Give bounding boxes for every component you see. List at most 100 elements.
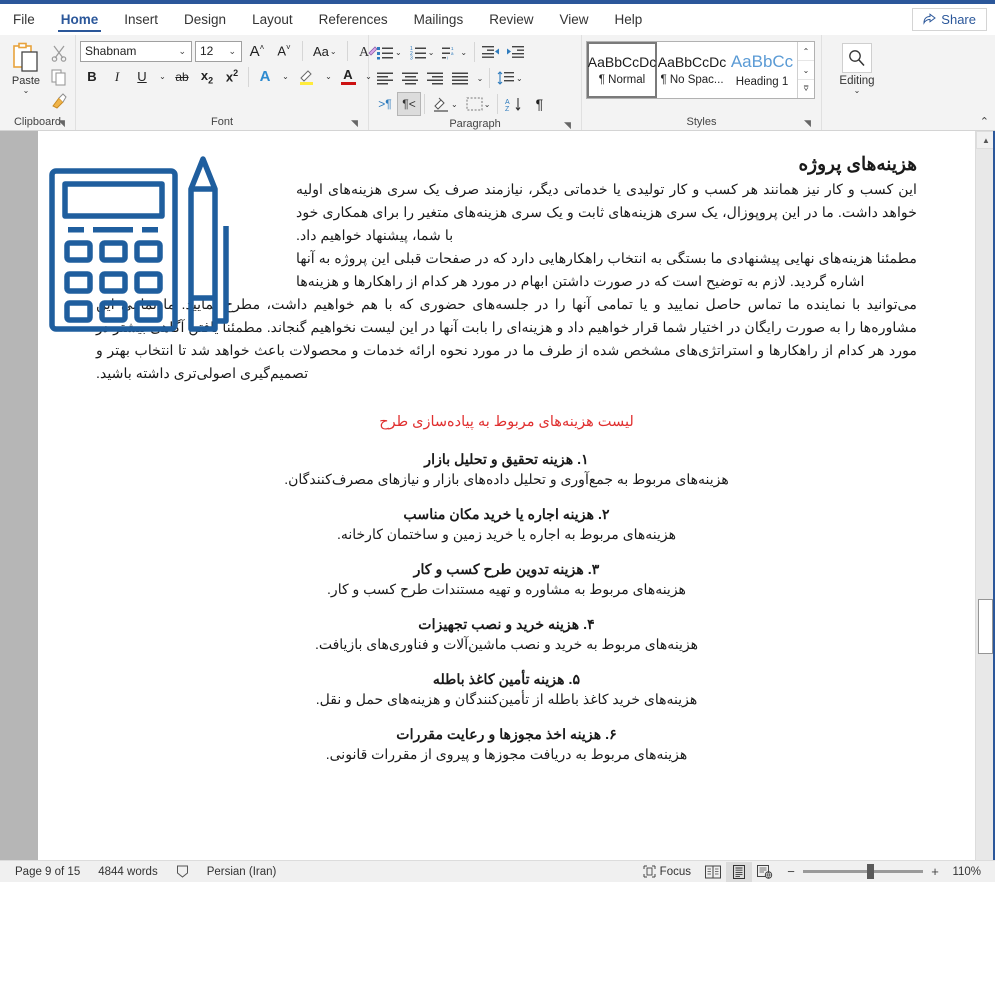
print-layout-button[interactable] <box>726 861 752 882</box>
tab-label: Design <box>184 11 227 27</box>
styles-more-button[interactable]: ⩢ <box>798 80 814 98</box>
ribbon: Paste ⌄ Clipboard ◥ Shabnam ⌄ 12 ⌄ A˄ A˅… <box>0 35 995 131</box>
underline-dropdown[interactable]: ⌄ <box>155 65 169 89</box>
paste-button[interactable]: Paste ⌄ <box>4 40 48 112</box>
zoom-out-button[interactable]: − <box>786 864 796 879</box>
tab-design[interactable]: Design <box>171 4 239 34</box>
font-size-combo[interactable]: 12 ⌄ <box>195 40 242 62</box>
left-to-right-button[interactable]: >¶ <box>373 92 397 116</box>
show-paragraph-marks-button[interactable]: ¶ <box>527 92 551 116</box>
status-page-number[interactable]: Page 9 of 15 <box>6 866 89 878</box>
document-page[interactable]: هزینه‌های پروژه این کسب و کار نیز همانند… <box>38 131 975 860</box>
align-center-icon <box>402 72 419 85</box>
tab-review[interactable]: Review <box>476 4 546 34</box>
strikethrough-button[interactable]: ab <box>170 65 194 89</box>
grow-font-button[interactable]: A˄ <box>245 39 269 63</box>
web-layout-button[interactable] <box>752 862 778 882</box>
tab-file[interactable]: File <box>0 4 48 34</box>
text-effects-button[interactable]: A <box>253 65 277 89</box>
tab-help[interactable]: Help <box>602 4 656 34</box>
tab-home[interactable]: Home <box>48 4 112 34</box>
ribbon-tab-bar: File Home Insert Design Layout Reference… <box>0 4 995 35</box>
clipboard-dialog-launcher[interactable]: ◥ <box>56 118 67 129</box>
zoom-slider[interactable] <box>803 864 923 879</box>
font-dialog-launcher[interactable]: ◥ <box>349 118 360 129</box>
paragraph-dialog-launcher[interactable]: ◥ <box>562 120 573 131</box>
chevron-down-icon: ⌄ <box>427 47 435 57</box>
styles-dialog-launcher[interactable]: ◥ <box>802 118 813 129</box>
focus-mode-button[interactable]: Focus <box>634 865 700 878</box>
tab-view[interactable]: View <box>546 4 601 34</box>
tab-label: View <box>559 11 589 27</box>
tab-mailings[interactable]: Mailings <box>401 4 477 34</box>
chevron-down-icon[interactable]: ⌄ <box>23 87 30 95</box>
scissors-icon[interactable] <box>50 44 70 64</box>
tab-insert[interactable]: Insert <box>111 4 171 34</box>
svg-text:i: i <box>447 55 448 60</box>
change-case-icon: Aa <box>313 43 329 59</box>
highlight-dropdown[interactable]: ⌄ <box>321 65 335 89</box>
bullets-button[interactable]: ⌄ <box>373 40 406 64</box>
subscript-button[interactable]: x2 <box>195 65 219 89</box>
sort-button[interactable]: AZ <box>501 92 527 116</box>
zoom-level-label[interactable]: 110% <box>947 866 981 878</box>
editing-button[interactable]: Editing ⌄ <box>826 38 888 95</box>
divider <box>248 66 249 87</box>
document-vertical-scrollbar[interactable]: ▲ <box>975 131 995 860</box>
share-button[interactable]: Share <box>912 7 987 31</box>
shading-button[interactable]: ⌄ <box>428 92 462 116</box>
right-to-left-icon: ¶< <box>402 97 416 111</box>
font-name-combo[interactable]: Shabnam ⌄ <box>80 40 192 62</box>
align-center-button[interactable] <box>398 66 423 90</box>
styles-scroll-down-button[interactable]: ⌄ <box>798 61 814 80</box>
increase-indent-button[interactable] <box>503 40 528 64</box>
decrease-indent-button[interactable] <box>478 40 503 64</box>
text-effects-dropdown[interactable]: ⌄ <box>278 65 292 89</box>
status-language[interactable]: Persian (Iran) <box>198 866 286 878</box>
scrollbar-thumb[interactable] <box>978 599 993 654</box>
tab-layout[interactable]: Layout <box>239 4 306 34</box>
chevron-down-icon: ⌄ <box>483 99 491 109</box>
strikethrough-icon: ab <box>175 69 189 84</box>
chevron-down-icon: ⌄ <box>516 73 523 83</box>
tab-label: Insert <box>124 11 159 27</box>
superscript-button[interactable]: x2 <box>220 65 244 89</box>
divider <box>424 94 425 114</box>
borders-button[interactable]: ⌄ <box>462 92 495 116</box>
italic-button[interactable]: I <box>105 65 129 89</box>
status-word-count[interactable]: 4844 words <box>89 866 166 878</box>
style-no-spacing[interactable]: AaBbCcDc ¶ No Spac... <box>657 42 727 98</box>
read-mode-button[interactable] <box>700 862 726 882</box>
style-normal[interactable]: AaBbCcDc ¶ Normal <box>587 42 657 98</box>
superscript-icon: x2 <box>225 68 239 85</box>
change-case-button[interactable]: Aa ⌄ <box>309 39 341 63</box>
zoom-in-button[interactable]: + <box>930 864 940 879</box>
chevron-down-icon: ⌄ <box>282 72 289 81</box>
shrink-font-button[interactable]: A˅ <box>272 39 296 63</box>
ribbon-group-clipboard: Paste ⌄ Clipboard ◥ <box>0 35 76 130</box>
highlight-button[interactable] <box>293 65 320 89</box>
chevron-down-icon: ⌄ <box>159 72 166 81</box>
underline-button[interactable]: U <box>130 65 154 89</box>
style-heading-1[interactable]: AaBbCc Heading 1 <box>727 42 797 98</box>
align-left-button[interactable] <box>373 66 398 90</box>
right-to-left-button[interactable]: ¶< <box>397 92 421 116</box>
ribbon-collapse-button[interactable]: ⌃ <box>980 115 989 128</box>
format-painter-icon[interactable] <box>50 92 70 112</box>
justify-dropdown[interactable]: ⌄ <box>473 66 486 90</box>
styles-scroll-up-button[interactable]: ⌃ <box>798 42 814 61</box>
bold-button[interactable]: B <box>80 65 104 89</box>
font-color-button[interactable]: A <box>336 65 360 89</box>
justify-button[interactable] <box>448 66 473 90</box>
align-right-button[interactable] <box>423 66 448 90</box>
tab-references[interactable]: References <box>306 4 401 34</box>
multilevel-list-button[interactable]: 1ai ⌄ <box>438 40 471 64</box>
numbering-button[interactable]: 123 ⌄ <box>406 40 439 64</box>
chevron-down-icon[interactable]: ⌄ <box>854 87 861 95</box>
status-proofing[interactable] <box>167 865 198 878</box>
line-spacing-button[interactable]: ⌄ <box>493 66 527 90</box>
document-paragraph-2: مطمئنا هزینه‌های نهایی پیشنهادی ما بستگی… <box>296 251 917 290</box>
ribbon-group-paragraph: ⌄ 123 ⌄ 1ai ⌄ ⌄ ⌄ >¶ ¶< ⌄ ⌄ A Z ¶ Paragr… <box>369 35 582 130</box>
zoom-slider-thumb[interactable] <box>867 864 874 879</box>
copy-icon[interactable] <box>50 68 70 88</box>
